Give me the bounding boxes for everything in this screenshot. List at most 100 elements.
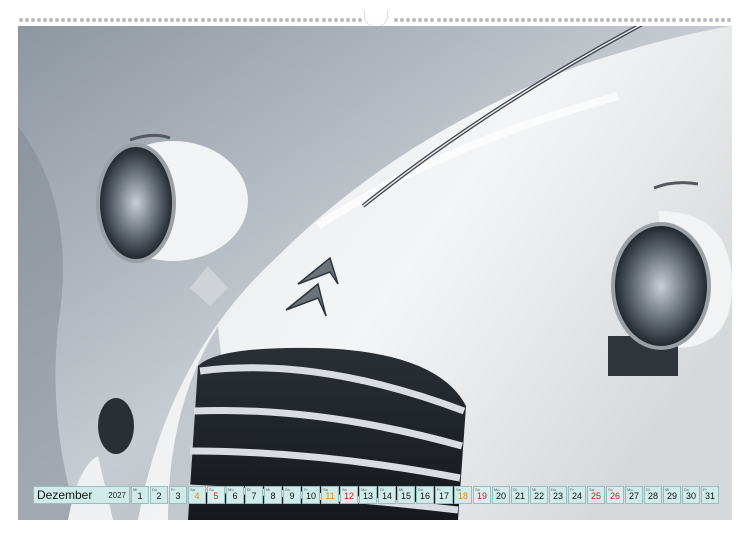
calendar-day-cell: So 12 [340,486,358,504]
day-number: 26 [609,491,620,501]
calendar-day-cell: Sa 25 [587,486,605,504]
day-number: 11 [325,491,335,501]
spiral-dot [533,18,538,22]
spiral-dot [424,18,429,22]
spiral-dot [315,18,320,22]
calendar-day-cell: Mo 20 [492,486,510,504]
spiral-dot [509,18,514,22]
spiral-dot [460,18,465,22]
spiral-dot [140,18,145,22]
spiral-dot [61,18,66,22]
spiral-dot [666,18,671,22]
spiral-dot [291,18,296,22]
spiral-dot [254,18,259,22]
calendar-day-cell: Do 2 [150,486,168,504]
spiral-dot [660,18,665,22]
calendar-day-cell: Di 7 [245,486,263,504]
spiral-dot [333,18,338,22]
spiral-dot [630,18,635,22]
spiral-dot [515,18,520,22]
spiral-dot [115,18,120,22]
spiral-dot [690,18,695,22]
spiral-dot [357,18,362,22]
spiral-dot [714,18,719,22]
day-number: 30 [685,491,696,501]
calendar-day-cell: Do 30 [682,486,700,504]
calendar-day-cell: Mi 8 [264,486,282,504]
spiral-dot [696,18,701,22]
calendar-strip: Dezember 2027 Mi 1 Do 2 Fr 3 Sa 4 So 5 Mo 6 Di 7 Mi 8 Do… [33,486,719,504]
spiral-dot [43,18,48,22]
spiral-dot [684,18,689,22]
calendar-day-cell: So 26 [606,486,624,504]
spiral-dot [230,18,235,22]
spiral-dot [146,18,151,22]
calendar-day-cell: Do 16 [416,486,434,504]
spiral-dot [581,18,586,22]
spiral-dot [321,18,326,22]
spiral-dot [636,18,641,22]
spiral-dot [678,18,683,22]
spiral-dot [158,18,163,22]
spiral-dot [418,18,423,22]
calendar-day-cell: Fr 10 [302,486,320,504]
spiral-dot [19,18,23,22]
month-name: Dezember [37,488,93,502]
spiral-dot [503,18,508,22]
spiral-dot [345,18,350,22]
spiral-dot [436,18,441,22]
spiral-dot [37,18,42,22]
day-number: 15 [400,491,411,501]
calendar-day-cell: Do 23 [549,486,567,504]
spiral-dot [708,18,713,22]
day-number: 1 [137,491,143,501]
spiral-dot [624,18,629,22]
spiral-dot [127,18,132,22]
spiral-dot [351,18,356,22]
month-label-cell: Dezember 2027 [33,486,130,504]
spiral-dot [593,18,598,22]
spiral-dot [339,18,344,22]
spiral-dot [273,18,278,22]
day-number: 4 [194,491,200,501]
spiral-dot [569,18,574,22]
day-number: 24 [571,491,582,501]
spiral-dot [394,18,399,22]
spiral-dot [702,18,707,22]
day-number: 6 [232,491,238,501]
spiral-dot [484,18,489,22]
calendar-day-cell: Fr 17 [435,486,453,504]
day-number: 23 [552,491,563,501]
spiral-dot [563,18,568,22]
spiral-dot [236,18,241,22]
day-number: 21 [514,491,525,501]
spiral-dot [654,18,659,22]
calendar-day-cell: Sa 18 [454,486,472,504]
calendar-day-cell: Sa 4 [188,486,206,504]
spiral-dot [267,18,272,22]
calendar-day-cell: Mi 22 [530,486,548,504]
spiral-dot [285,18,290,22]
day-number: 14 [381,491,392,501]
spiral-dot [248,18,253,22]
spiral-dot [466,18,471,22]
spiral-dot [557,18,562,22]
calendar-day-cell: Mi 29 [663,486,681,504]
day-number: 29 [666,491,677,501]
spiral-dot [575,18,580,22]
spiral-dot [194,18,199,22]
spiral-dot [67,18,72,22]
calendar-day-cell: Mo 27 [625,486,643,504]
spiral-dot [720,18,725,22]
spiral-dot [327,18,332,22]
spiral-dot [521,18,526,22]
day-number: 19 [476,491,487,501]
spiral-dot [539,18,544,22]
calendar-day-cell: Di 28 [644,486,662,504]
spiral-dot [109,18,114,22]
spiral-dot [726,18,731,22]
spiral-dot [49,18,54,22]
spiral-dot [133,18,138,22]
day-number: 9 [289,491,295,501]
spiral-dot [297,18,302,22]
